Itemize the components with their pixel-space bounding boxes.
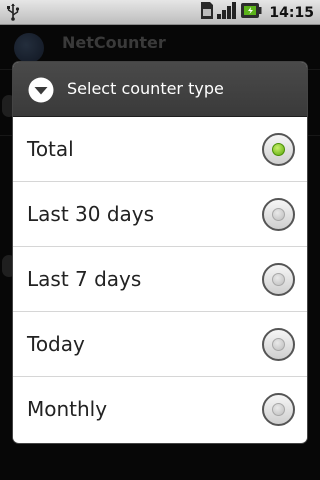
radio-dot bbox=[272, 338, 285, 351]
radio-dot bbox=[272, 403, 285, 416]
status-bar: 14:15 bbox=[0, 0, 320, 25]
radio-dot bbox=[272, 143, 285, 156]
battery-icon bbox=[240, 1, 262, 24]
option-last-30-days[interactable]: Last 30 days bbox=[13, 182, 307, 247]
radio-button[interactable] bbox=[262, 328, 295, 361]
option-total[interactable]: Total bbox=[13, 117, 307, 182]
sim-icon bbox=[200, 1, 214, 24]
radio-dot bbox=[272, 208, 285, 221]
radio-button[interactable] bbox=[262, 198, 295, 231]
radio-button[interactable] bbox=[262, 393, 295, 426]
radio-button[interactable] bbox=[262, 133, 295, 166]
dialog-header: Select counter type bbox=[13, 62, 307, 117]
radio-dot bbox=[272, 273, 285, 286]
dialog-title: Select counter type bbox=[67, 79, 224, 98]
usb-icon bbox=[6, 3, 20, 25]
signal-icon bbox=[217, 1, 237, 24]
arrow-down-circle-icon bbox=[27, 76, 55, 104]
option-monthly[interactable]: Monthly bbox=[13, 377, 307, 442]
option-label: Today bbox=[27, 332, 85, 356]
option-last-7-days[interactable]: Last 7 days bbox=[13, 247, 307, 312]
option-today[interactable]: Today bbox=[13, 312, 307, 377]
counter-type-dialog: Select counter type Total Last 30 days L… bbox=[13, 62, 307, 443]
option-label: Last 30 days bbox=[27, 202, 155, 226]
option-label: Monthly bbox=[27, 397, 108, 421]
clock: 14:15 bbox=[269, 4, 314, 21]
counter-type-options: Total Last 30 days Last 7 days Today Mon… bbox=[13, 117, 307, 442]
radio-button[interactable] bbox=[262, 263, 295, 296]
option-label: Last 7 days bbox=[27, 267, 142, 291]
option-label: Total bbox=[27, 137, 74, 161]
